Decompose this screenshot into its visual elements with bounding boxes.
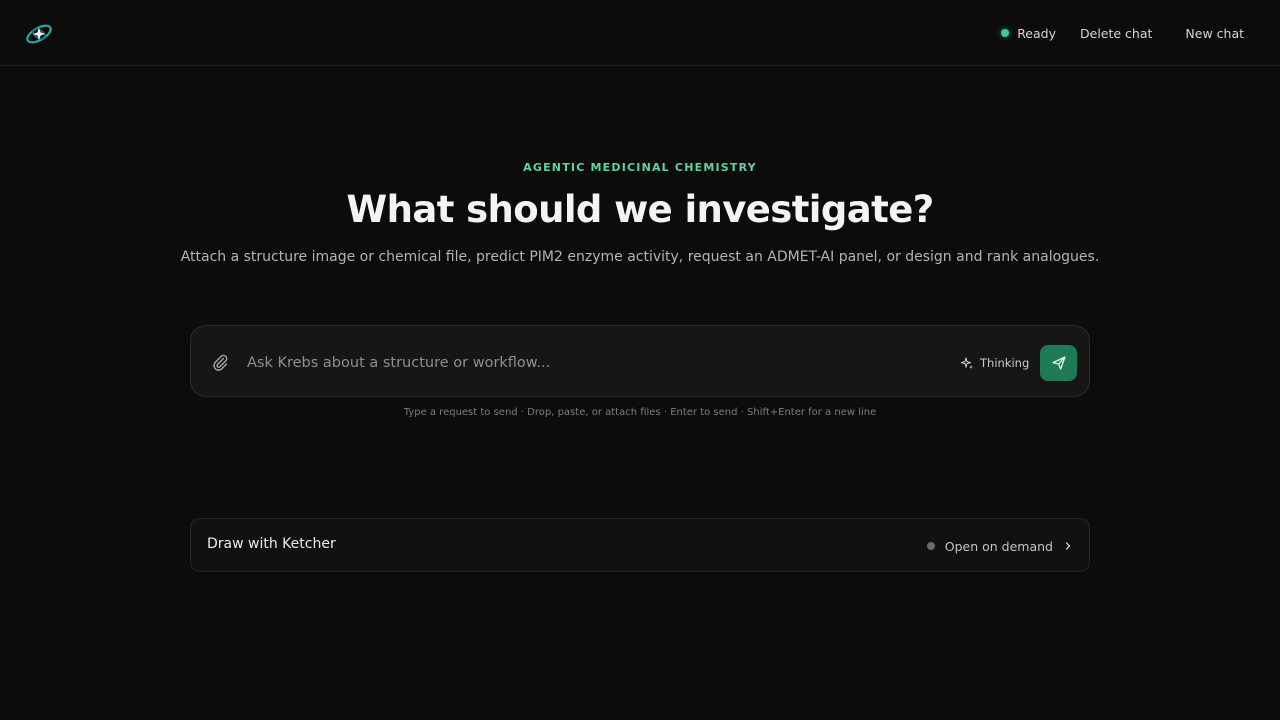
paperclip-icon [213,354,228,371]
ketcher-status-label: Open on demand [944,538,1053,554]
status-label: Ready [1017,25,1056,41]
thinking-label: Thinking [980,356,1030,370]
chat-input[interactable] [247,348,927,378]
thinking-toggle-button[interactable]: Thinking [961,353,1029,373]
attach-file-button[interactable] [209,352,231,374]
header-actions: Ready Delete chat New chat [1001,22,1244,44]
status-dot-icon [1001,29,1010,37]
hero-eyebrow: AGENTIC MEDICINAL CHEMISTRY [523,161,757,174]
ketcher-panel-toggle[interactable]: Draw with Ketcher Open on demand [190,518,1090,572]
chat-composer: Thinking [190,325,1090,397]
atom-orbit-icon[interactable] [24,20,54,48]
sparkle-icon [961,357,973,369]
hero-subtitle: Attach a structure image or chemical fil… [180,249,1100,265]
new-chat-button[interactable]: New chat [1185,26,1244,41]
paper-plane-icon [1051,356,1066,370]
page-title: What should we investigate? [346,188,934,231]
ketcher-status-dot-icon [926,542,935,550]
delete-chat-button[interactable]: Delete chat [1080,26,1152,41]
send-button[interactable] [1040,345,1077,381]
connection-status: Ready [1001,26,1056,41]
ketcher-title: Draw with Ketcher [207,536,336,552]
top-bar: Ready Delete chat New chat [0,0,1280,66]
composer-hint: Type a request to send · Drop, paste, or… [403,407,877,418]
app-root: Ready Delete chat New chat AGENTIC MEDIC… [0,0,1280,720]
ketcher-status-group: Open on demand [926,537,1073,555]
chevron-right-icon [1065,542,1071,550]
